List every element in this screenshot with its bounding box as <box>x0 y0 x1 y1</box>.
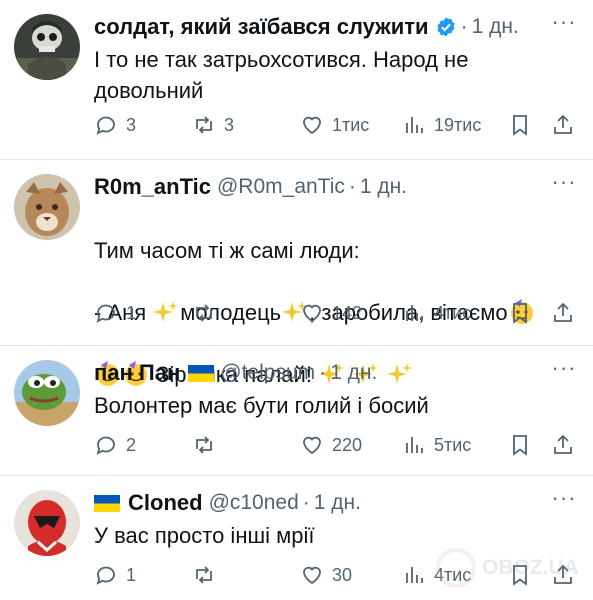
reply-button[interactable]: 1 <box>94 563 136 587</box>
red-ranger-avatar-icon <box>14 490 80 556</box>
heart-icon <box>303 116 321 135</box>
retweet-button[interactable] <box>192 563 224 587</box>
share-button[interactable] <box>551 301 575 325</box>
reply-count: 3 <box>126 114 137 135</box>
timestamp[interactable]: 1 дн. <box>360 175 407 199</box>
separator-dot: · <box>319 361 327 384</box>
separator-dot: · <box>460 15 468 38</box>
heart-icon <box>303 304 321 323</box>
views-count: 5тис <box>434 434 472 455</box>
like-count: 30 <box>332 564 353 585</box>
reply-icon <box>96 566 115 585</box>
retweet-button[interactable] <box>192 433 224 457</box>
reply-button[interactable]: 2 <box>94 433 136 457</box>
heart-icon <box>303 566 321 585</box>
like-count: 220 <box>332 434 363 455</box>
user-handle[interactable]: @c10ned <box>209 491 299 515</box>
display-name[interactable]: солдат, який заїбався служити <box>94 14 429 40</box>
like-button[interactable]: 220 <box>300 433 362 457</box>
avatar[interactable] <box>14 490 80 556</box>
timestamp[interactable]: 1 дн. <box>330 361 377 385</box>
comment-item[interactable]: R0m_anTic @R0m_anTic · 1 дн. ··· Тим час… <box>0 160 593 387</box>
like-button[interactable]: 30 <box>300 563 352 587</box>
avatar[interactable] <box>14 174 80 240</box>
soldier-avatar-icon <box>14 14 80 80</box>
bookmark-button[interactable] <box>508 433 532 457</box>
reply-icon <box>96 304 115 323</box>
comment-item[interactable]: солдат, який заїбався служити · 1 дн. ··… <box>0 0 593 160</box>
ukraine-flag-icon <box>188 364 215 382</box>
retweet-count: 3 <box>224 114 235 135</box>
watermark: OBOZ.UA <box>436 546 586 590</box>
watermark-text: OBOZ.UA <box>482 556 579 579</box>
share-icon <box>554 114 572 134</box>
share-icon <box>554 302 572 322</box>
like-count: 1тис <box>332 114 370 135</box>
more-options-icon[interactable]: ··· <box>549 357 579 384</box>
bookmark-button[interactable] <box>508 113 532 137</box>
display-name[interactable]: R0m_anTic <box>94 174 211 200</box>
comment-text: Волонтер має бути голий і босий <box>94 393 429 418</box>
user-handle[interactable]: @telpsum <box>220 361 315 385</box>
views-button[interactable]: 5тис <box>402 433 471 457</box>
ukraine-flag-icon <box>94 494 120 512</box>
reply-count: 2 <box>126 434 137 455</box>
text-line: Тим часом ті ж самі люди: <box>94 238 360 263</box>
reply-icon <box>96 436 115 455</box>
reply-button[interactable]: 1 <box>94 301 136 325</box>
pepe-frog-avatar-icon <box>14 360 80 426</box>
like-count: 142 <box>332 302 363 323</box>
retweet-button[interactable] <box>192 301 224 325</box>
cougar-avatar-icon <box>14 174 80 240</box>
share-button[interactable] <box>551 433 575 457</box>
reply-count: 1 <box>126 302 137 323</box>
share-button[interactable] <box>551 113 575 137</box>
reply-button[interactable]: 3 <box>94 113 136 137</box>
retweet-icon <box>196 436 212 454</box>
more-options-icon[interactable]: ··· <box>549 171 579 198</box>
verified-badge-icon <box>436 17 455 37</box>
user-handle[interactable]: @R0m_anTic <box>217 175 345 199</box>
views-chart-icon <box>406 117 423 133</box>
more-options-icon[interactable]: ··· <box>549 11 579 38</box>
views-button[interactable]: 19тис <box>402 113 481 137</box>
heart-icon <box>303 436 321 455</box>
more-options-icon[interactable]: ··· <box>549 487 579 514</box>
bookmark-icon <box>513 435 527 456</box>
retweet-icon <box>196 566 212 584</box>
comment-text: І то не так затрьохсотився. Народ не дов… <box>94 47 469 103</box>
comment-item[interactable]: пан Пан @telpsum · 1 дн. ··· Волонтер ма… <box>0 346 593 476</box>
views-chart-icon <box>406 305 423 321</box>
views-button[interactable]: 4тис <box>402 301 471 325</box>
bookmark-icon <box>513 303 527 324</box>
watermark-logo-icon <box>436 548 476 588</box>
retweet-button[interactable]: 3 <box>192 113 234 137</box>
avatar[interactable] <box>14 14 80 80</box>
display-name[interactable]: пан Пан <box>94 360 180 386</box>
share-icon <box>554 434 572 454</box>
like-button[interactable]: 142 <box>300 301 362 325</box>
retweet-icon <box>196 116 212 134</box>
reply-count: 1 <box>126 564 137 585</box>
views-count: 19тис <box>434 114 482 135</box>
timestamp[interactable]: 1 дн. <box>314 491 361 515</box>
views-chart-icon <box>406 437 423 453</box>
views-chart-icon <box>406 567 423 583</box>
views-count: 4тис <box>434 302 472 323</box>
bookmark-icon <box>513 115 527 136</box>
bookmark-button[interactable] <box>508 301 532 325</box>
display-name[interactable]: Cloned <box>128 490 203 516</box>
retweet-icon <box>196 304 212 322</box>
separator-dot: · <box>348 175 356 198</box>
like-button[interactable]: 1тис <box>300 113 369 137</box>
separator-dot: · <box>302 491 310 514</box>
avatar[interactable] <box>14 360 80 426</box>
reply-icon <box>96 116 115 135</box>
timestamp[interactable]: 1 дн. <box>472 15 519 39</box>
